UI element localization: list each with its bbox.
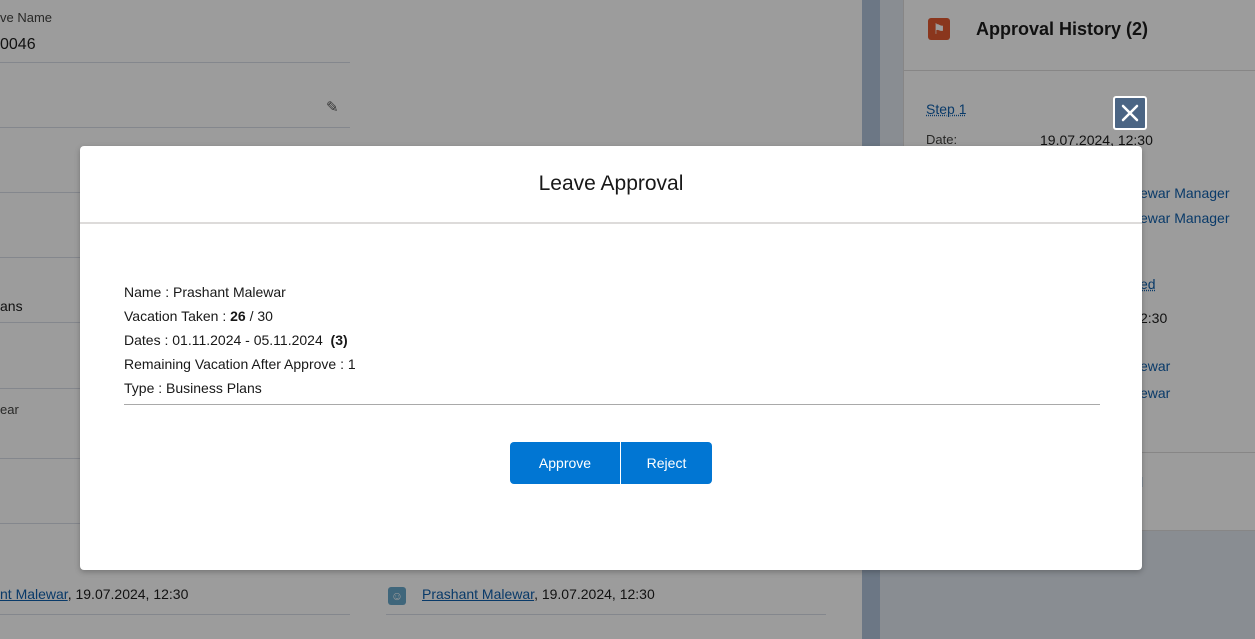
employee-name-line: Name : Prashant Malewar xyxy=(124,280,1100,304)
name-label: Name : xyxy=(124,284,174,300)
modal-header: Leave Approval xyxy=(80,146,1142,224)
vacation-taken-line: Vacation Taken : 26 / 30 xyxy=(124,304,1100,328)
type-label: Type : xyxy=(124,380,167,396)
reject-button[interactable]: Reject xyxy=(620,442,712,484)
type-value: Business Plans xyxy=(166,380,262,396)
dates-label: Dates : xyxy=(124,332,173,348)
vacation-label: Vacation Taken : xyxy=(124,308,231,324)
leave-details: Name : Prashant Malewar Vacation Taken :… xyxy=(124,280,1100,405)
details-divider xyxy=(124,404,1100,405)
remaining-vacation-line: Remaining Vacation After Approve : 1 xyxy=(124,352,1100,376)
modal-actions: Approve Reject xyxy=(510,442,712,484)
name-value: Prashant Malewar xyxy=(173,284,286,300)
leave-type-line: Type : Business Plans xyxy=(124,376,1100,400)
close-button[interactable] xyxy=(1113,96,1147,130)
vacation-taken-value: 26 xyxy=(230,308,246,324)
leave-approval-modal: Leave Approval Name : Prashant Malewar V… xyxy=(80,146,1142,570)
approve-button[interactable]: Approve xyxy=(510,442,620,484)
remaining-label: Remaining Vacation After Approve : xyxy=(124,356,348,372)
modal-title: Leave Approval xyxy=(538,172,684,195)
remaining-value: 1 xyxy=(347,356,356,372)
dates-line: Dates : 01.11.2024 - 05.11.2024 (3) xyxy=(124,328,1100,352)
vacation-total-value: / 30 xyxy=(245,308,273,324)
dates-count: (3) xyxy=(330,332,348,348)
close-icon xyxy=(1121,104,1139,122)
dates-value: 01.11.2024 - 05.11.2024 xyxy=(172,332,323,348)
